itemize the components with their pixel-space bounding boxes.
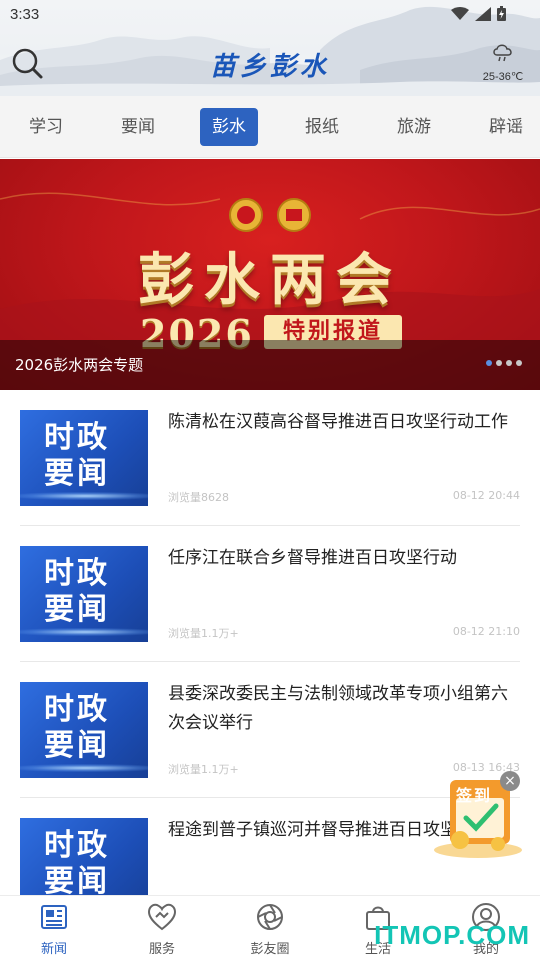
status-time: 3:33	[10, 6, 40, 23]
news-timestamp: 08-12 21:10	[452, 625, 520, 638]
news-title: 县委深改委民主与法制领域改革专项小组第六次会议举行	[168, 684, 508, 733]
news-thumbnail: 时政 要闻	[20, 410, 148, 506]
news-view-count: 浏览量1.1万+	[168, 763, 239, 776]
weather-temperature: 25-36℃	[482, 71, 524, 83]
thumbnail-label: 时政 要闻	[44, 692, 110, 763]
status-bar: 3:33	[0, 0, 540, 30]
news-list-item[interactable]: 时政 要闻 任序江在联合乡督导推进百日攻坚行动 浏览量1.1万+ 08-12 21…	[20, 526, 520, 662]
app-brand-logo: 苗乡彭水	[209, 52, 330, 82]
national-emblem-icons	[229, 198, 311, 232]
status-icons	[451, 6, 506, 21]
app-header: 3:33 苗乡彭水 25-36℃	[0, 0, 540, 96]
category-tabs: 学习 要闻 彭水 报纸 旅游 辟谣	[0, 96, 540, 158]
tab-newspaper[interactable]: 报纸	[294, 108, 350, 146]
thumbnail-label: 时政 要闻	[44, 420, 110, 491]
tab-pengshui[interactable]: 彭水	[200, 108, 258, 146]
news-thumbnail: 时政 要闻	[20, 546, 148, 642]
carousel-dot[interactable]	[486, 360, 492, 366]
tab-study[interactable]: 学习	[18, 108, 74, 146]
news-title: 程途到普子镇巡河并督导推进百日攻坚行动	[168, 820, 458, 840]
nav-label: 新闻	[40, 942, 67, 957]
news-view-count: 浏览量8628	[168, 491, 229, 504]
news-view-count: 浏览量1.1万+	[168, 627, 239, 640]
wifi-icon	[451, 6, 469, 20]
tab-travel[interactable]: 旅游	[386, 108, 442, 146]
carousel-indicator	[486, 360, 522, 366]
tab-rumor-refute[interactable]: 辟谣	[478, 108, 534, 146]
close-signin-button[interactable]: ×	[500, 771, 520, 791]
news-timestamp: 08-12 20:44	[452, 489, 520, 502]
aperture-icon	[257, 904, 283, 930]
signal-icon	[475, 6, 491, 21]
carousel-dot[interactable]	[506, 360, 512, 366]
nav-services[interactable]: 服务	[108, 902, 216, 957]
nav-friends-circle[interactable]: 彭友圈	[216, 902, 324, 957]
banner-caption-bar: 2026彭水两会专题	[0, 340, 540, 390]
cloud-rain-icon	[493, 44, 512, 62]
carousel-dot[interactable]	[496, 360, 502, 366]
tab-headlines[interactable]: 要闻	[110, 108, 166, 146]
banner-caption: 2026彭水两会专题	[15, 356, 144, 374]
battery-icon	[497, 6, 506, 21]
banner-carousel[interactable]: 彭水两会 2026 特别报道 2026彭水两会专题	[0, 159, 540, 390]
signin-label: 签到	[456, 786, 493, 805]
nav-label: 彭友圈	[250, 942, 290, 957]
nav-label: 服务	[148, 942, 175, 957]
site-watermark: ITMOP.COM	[374, 920, 530, 950]
handshake-icon	[147, 903, 177, 931]
weather-widget[interactable]: 25-36℃	[478, 42, 528, 83]
news-title: 陈清松在汉葭高谷督导推进百日攻坚行动工作	[168, 412, 508, 432]
banner-headline: 彭水两会	[138, 247, 402, 313]
news-list-item[interactable]: 时政 要闻 陈清松在汉葭高谷督导推进百日攻坚行动工作 浏览量8628 08-12 …	[20, 390, 520, 526]
carousel-dot[interactable]	[516, 360, 522, 366]
news-title: 任序江在联合乡督导推进百日攻坚行动	[168, 548, 457, 568]
nav-news[interactable]: 新闻	[0, 902, 108, 957]
thumbnail-label: 时政 要闻	[44, 828, 110, 899]
thumbnail-label: 时政 要闻	[44, 556, 110, 627]
news-thumbnail: 时政 要闻	[20, 682, 148, 778]
newspaper-icon	[41, 905, 67, 929]
